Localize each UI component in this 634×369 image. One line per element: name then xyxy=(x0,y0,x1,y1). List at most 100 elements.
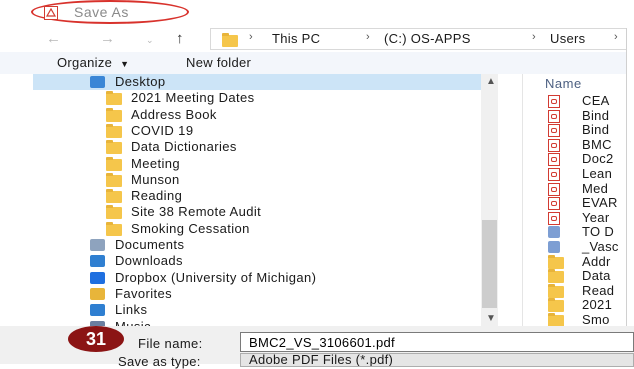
breadcrumb-this-pc[interactable]: This PC xyxy=(272,31,320,46)
shortcut-icon xyxy=(548,241,560,253)
tree-item[interactable]: Favorites xyxy=(33,286,481,302)
tree-item-label: Address Book xyxy=(131,106,217,122)
nav-scrollbar-thumb[interactable] xyxy=(482,220,497,308)
organize-label: Organize xyxy=(57,55,113,70)
tree-item-label: Favorites xyxy=(115,285,173,301)
chevron-right-icon: › xyxy=(532,31,536,43)
file-name: Smo xyxy=(582,312,610,327)
chevron-right-icon: › xyxy=(249,31,253,43)
pdf-file-icon xyxy=(548,197,560,211)
pdf-file-icon xyxy=(548,153,560,167)
folder-icon xyxy=(548,283,564,298)
organize-button[interactable]: Organize ▼ xyxy=(57,55,129,70)
list-item[interactable]: TO D xyxy=(548,224,626,239)
tree-item[interactable]: Links xyxy=(33,302,481,318)
pdf-file-icon xyxy=(548,124,560,138)
scroll-down-icon[interactable]: ▼ xyxy=(486,313,496,324)
list-item[interactable]: Read xyxy=(548,282,626,298)
tree-item-label: Dropbox (University of Michigan) xyxy=(115,269,317,285)
acrobat-icon xyxy=(44,6,58,20)
list-item[interactable]: Smo xyxy=(548,312,626,327)
tree-item[interactable]: Downloads xyxy=(33,253,481,269)
file-name: BMC xyxy=(582,136,612,152)
folder-icon xyxy=(106,140,122,155)
file-name: Bind xyxy=(582,122,610,138)
caret-down-icon: ▼ xyxy=(120,59,130,69)
tree-item[interactable]: Site 38 Remote Audit xyxy=(33,204,481,220)
list-item[interactable]: BMC xyxy=(548,136,626,152)
chevron-right-icon: › xyxy=(614,31,618,43)
folder-icon xyxy=(106,189,122,204)
pdf-file-icon xyxy=(548,138,560,152)
folder-icon xyxy=(548,254,564,269)
up-arrow-icon[interactable]: ↑ xyxy=(176,30,184,47)
list-item[interactable]: Addr xyxy=(548,253,626,269)
file-name: Addr xyxy=(582,253,611,269)
list-item[interactable]: Doc2 xyxy=(548,151,626,167)
pdf-file-icon xyxy=(548,182,560,196)
tree-item[interactable]: 2021 Meeting Dates xyxy=(33,90,481,106)
file-name: Year xyxy=(582,209,610,225)
file-name-label: File name: xyxy=(138,336,203,351)
new-folder-button[interactable]: New folder xyxy=(186,55,251,70)
tree-item[interactable]: Reading xyxy=(33,188,481,204)
column-header-name[interactable]: Name xyxy=(545,76,582,91)
tree-item-label: Meeting xyxy=(131,155,181,171)
tree-item[interactable]: Dropbox (University of Michigan) xyxy=(33,270,481,286)
tree-item[interactable]: Smoking Cessation xyxy=(33,221,481,237)
tree-item-label: Data Dictionaries xyxy=(131,139,237,155)
breadcrumb-drive[interactable]: (C:) OS-APPS xyxy=(384,31,471,46)
file-name: Med xyxy=(582,180,609,196)
file-name: Data xyxy=(582,268,611,284)
pdf-file-icon xyxy=(548,211,560,225)
scroll-up-icon[interactable]: ▲ xyxy=(486,76,496,87)
folder-icon xyxy=(106,156,122,171)
breadcrumb-users[interactable]: Users xyxy=(550,31,585,46)
tree-item-label: Desktop xyxy=(115,74,166,89)
tree-item-label: Reading xyxy=(131,188,183,204)
tree-item[interactable]: COVID 19 xyxy=(33,123,481,139)
folder-icon xyxy=(222,33,238,47)
list-item[interactable]: 2021 xyxy=(548,297,626,313)
file-name: 2021 xyxy=(582,297,613,313)
list-item[interactable]: CEA xyxy=(548,93,626,108)
links-icon xyxy=(90,304,105,317)
list-item[interactable]: _Vasc xyxy=(548,239,626,254)
folder-icon xyxy=(106,172,122,187)
save-type-select[interactable]: Adobe PDF Files (*.pdf) xyxy=(240,353,634,367)
tree-item[interactable]: Data Dictionaries xyxy=(33,139,481,155)
file-name: _Vasc xyxy=(582,239,619,254)
folder-icon xyxy=(106,221,122,236)
shortcut-icon xyxy=(548,226,560,239)
recent-chevron-icon[interactable]: ⌄ xyxy=(146,35,154,46)
tree-item[interactable]: Desktop xyxy=(33,74,481,90)
back-arrow-icon[interactable]: ← xyxy=(46,30,61,47)
save-type-label: Save as type: xyxy=(118,354,201,369)
file-name-input[interactable] xyxy=(240,332,634,352)
tree-item[interactable]: Meeting xyxy=(33,156,481,172)
downloads-icon xyxy=(90,255,105,268)
tree-item[interactable]: Address Book xyxy=(33,107,481,123)
list-item[interactable]: Bind xyxy=(548,108,626,123)
pdf-file-icon xyxy=(548,168,560,181)
tree-item-label: Downloads xyxy=(115,253,183,269)
tree-item-label: Smoking Cessation xyxy=(131,220,250,236)
tree-item-label: Munson xyxy=(131,171,180,187)
tree-item-label: Documents xyxy=(115,237,185,252)
file-name: EVAR xyxy=(582,195,618,211)
file-name: Doc2 xyxy=(582,151,614,167)
folder-icon xyxy=(106,107,122,122)
tree-item[interactable]: Munson xyxy=(33,172,481,188)
list-item[interactable]: Bind xyxy=(548,122,626,138)
list-item[interactable]: Med xyxy=(548,180,626,196)
tree-item[interactable]: Documents xyxy=(33,237,481,253)
documents-icon xyxy=(90,239,105,251)
forward-arrow-icon[interactable]: → xyxy=(100,30,115,47)
list-item[interactable]: EVAR xyxy=(548,195,626,211)
tree-item-label: COVID 19 xyxy=(131,122,194,138)
list-item[interactable]: Year xyxy=(548,209,626,225)
list-item[interactable]: Lean xyxy=(548,166,626,181)
tree-item-label: Links xyxy=(115,302,148,318)
file-name: Read xyxy=(582,282,615,298)
list-item[interactable]: Data xyxy=(548,268,626,284)
